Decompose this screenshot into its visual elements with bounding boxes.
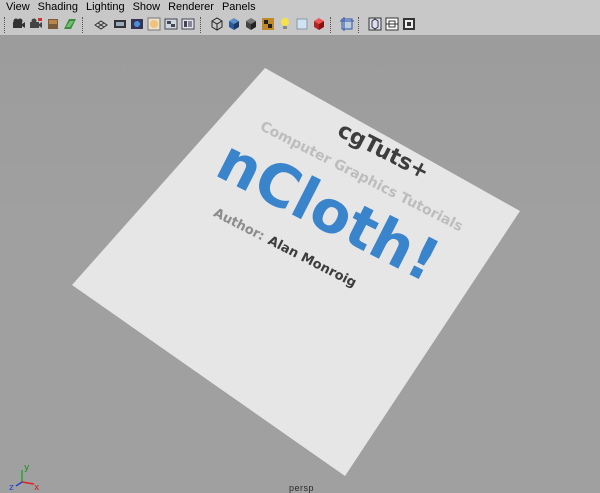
axis-x-label: x — [34, 483, 40, 491]
camera-name-label: persp — [289, 483, 315, 493]
cloth-plane[interactable] — [72, 68, 520, 476]
axis-z-label: z — [9, 483, 14, 491]
scene-svg: cgTuts+ Computer Graphics Tutorials nClo… — [9, 68, 520, 491]
axis-gizmo: y x z — [9, 463, 40, 491]
axis-y-label: y — [24, 463, 30, 473]
